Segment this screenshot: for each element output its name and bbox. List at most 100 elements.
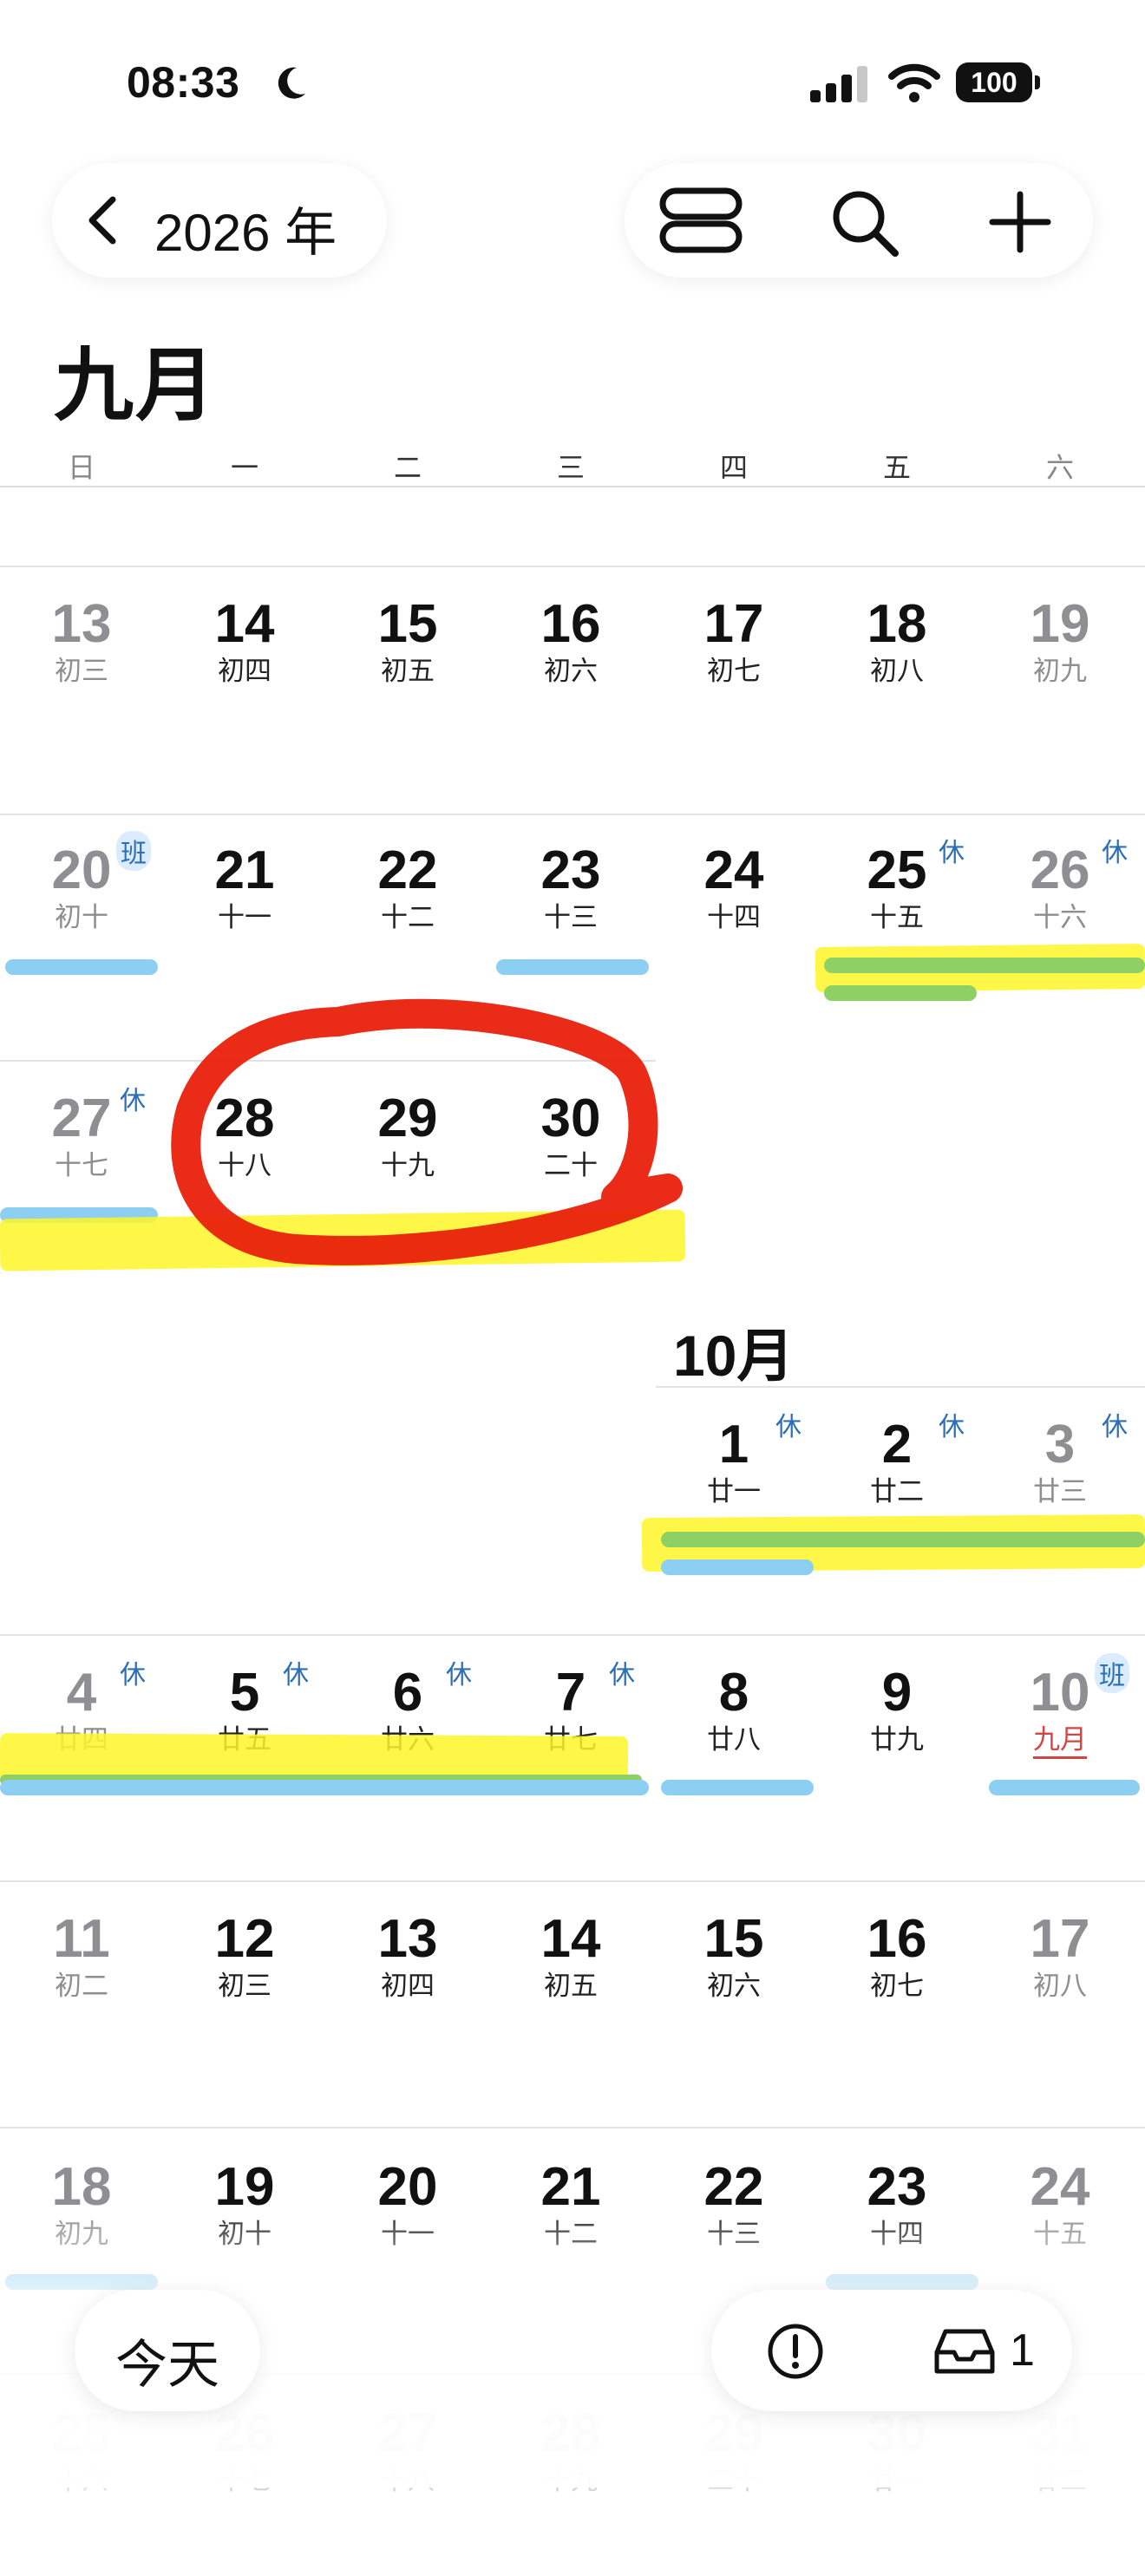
day-number: 13 bbox=[51, 594, 112, 654]
day-cell[interactable]: 14 初四 bbox=[163, 593, 326, 767]
day-cell[interactable]: 8 廿八 bbox=[652, 1662, 815, 1835]
weekday-header: 日 一 二 三 四 五 六 bbox=[0, 434, 1145, 486]
event-bar[interactable] bbox=[824, 985, 977, 1001]
lunar-date: 十二 bbox=[381, 902, 435, 932]
day-cell[interactable]: 18 初八 bbox=[815, 593, 978, 767]
back-label: 2026 年 bbox=[154, 204, 337, 262]
day-number: 15 bbox=[377, 594, 438, 654]
search-icon[interactable] bbox=[828, 186, 900, 258]
day-cell[interactable]: 10 九月 班 bbox=[978, 1653, 1142, 1835]
weekday-tue: 二 bbox=[393, 452, 422, 483]
divider bbox=[0, 814, 1145, 815]
day-cell[interactable]: 23 十三 bbox=[489, 840, 652, 1013]
view-toggle-icon[interactable] bbox=[658, 186, 744, 255]
day-cell[interactable]: 19 初九 bbox=[978, 593, 1142, 767]
lunar-date: 初五 bbox=[381, 656, 435, 686]
event-bar[interactable] bbox=[989, 1780, 1140, 1795]
nav-bar: 2026 年 bbox=[0, 156, 1145, 286]
today-button[interactable]: 今天 bbox=[75, 2290, 260, 2411]
lunar-date: 十一 bbox=[218, 902, 272, 932]
event-bar[interactable] bbox=[496, 959, 649, 975]
day-cell[interactable]: 13 初四 bbox=[326, 1908, 489, 2082]
day-number: 14 bbox=[214, 594, 275, 654]
lunar-date: 廿八 bbox=[707, 1724, 761, 1755]
day-number: 14 bbox=[540, 1909, 601, 1969]
day-number: 16 bbox=[540, 594, 601, 654]
day-cell[interactable]: 21 十一 bbox=[163, 840, 326, 1013]
holiday-badge: 休 bbox=[939, 1413, 965, 1442]
day-number: 16 bbox=[867, 1909, 927, 1969]
holiday-badge: 休 bbox=[1102, 1413, 1128, 1442]
holiday-badge: 休 bbox=[1102, 839, 1128, 867]
day-number: 21 bbox=[214, 840, 275, 900]
bottom-actions: 1 bbox=[711, 2290, 1072, 2411]
lunar-date: 廿九 bbox=[870, 1724, 924, 1755]
day-number: 17 bbox=[1030, 1909, 1090, 1969]
day-cell[interactable]: 16 初七 bbox=[815, 1908, 978, 2082]
divider bbox=[0, 2127, 1145, 2128]
lunar-date: 初二 bbox=[55, 1971, 108, 2001]
divider bbox=[0, 1880, 1145, 1882]
day-cell[interactable]: 9 廿九 bbox=[815, 1662, 978, 1835]
lunar-date: 初四 bbox=[218, 656, 272, 686]
holiday-badge: 休 bbox=[120, 1087, 146, 1115]
day-cell[interactable]: 11 初二 bbox=[0, 1908, 163, 2082]
weekday-fri: 五 bbox=[882, 452, 911, 483]
day-cell[interactable]: 16 初六 bbox=[489, 593, 652, 767]
day-cell[interactable]: 17 初八 bbox=[978, 1908, 1142, 2082]
day-number: 19 bbox=[1030, 594, 1090, 654]
lunar-month-start: 九月 bbox=[1033, 1724, 1087, 1759]
lunar-date: 初八 bbox=[1033, 1971, 1087, 2001]
lunar-date: 初六 bbox=[707, 1971, 761, 2001]
day-cell[interactable]: 15 初五 bbox=[326, 593, 489, 767]
event-bar[interactable] bbox=[661, 1532, 1145, 1547]
weekday-thu: 四 bbox=[719, 452, 748, 483]
day-cell[interactable]: 14 初五 bbox=[489, 1908, 652, 2082]
month-title: 九月 bbox=[54, 342, 218, 430]
lunar-date: 初三 bbox=[55, 656, 108, 686]
cellular-signal-icon bbox=[810, 66, 867, 102]
day-cell[interactable]: 24 十四 bbox=[652, 840, 815, 1013]
event-bar[interactable] bbox=[661, 1559, 814, 1575]
event-bar[interactable] bbox=[661, 1780, 814, 1795]
day-cell[interactable]: 15 初六 bbox=[652, 1908, 815, 2082]
day-number: 8 bbox=[718, 1663, 749, 1723]
event-bar[interactable] bbox=[824, 958, 1145, 973]
lunar-date: 九月 bbox=[978, 1724, 1142, 1759]
chevron-left-icon bbox=[88, 196, 116, 245]
event-bar[interactable] bbox=[0, 1780, 649, 1795]
holiday-badge: 休 bbox=[775, 1413, 802, 1442]
day-number: 17 bbox=[703, 594, 764, 654]
day-cell[interactable]: 20 初十 班 bbox=[0, 831, 163, 1013]
status-bar: 08:33 100 bbox=[0, 0, 1145, 165]
day-cell[interactable]: 13 初三 bbox=[0, 593, 163, 767]
alert-icon[interactable] bbox=[767, 2323, 824, 2380]
add-icon[interactable] bbox=[987, 189, 1053, 255]
lunar-date: 十三 bbox=[544, 902, 598, 932]
event-bar[interactable] bbox=[5, 959, 158, 975]
day-cell[interactable]: 12 初三 bbox=[163, 1908, 326, 2082]
holiday-badge: 休 bbox=[120, 1661, 146, 1690]
day-cell[interactable]: 22 十二 bbox=[326, 840, 489, 1013]
day-cell[interactable]: 17 初七 bbox=[652, 593, 815, 767]
month-label-october: 10月 bbox=[673, 1324, 795, 1388]
lunar-date: 初八 bbox=[870, 656, 924, 686]
lunar-date: 初四 bbox=[381, 1971, 435, 2001]
weekday-mon: 一 bbox=[230, 452, 258, 483]
holiday-badge: 休 bbox=[446, 1661, 472, 1690]
divider bbox=[0, 1634, 1145, 1636]
battery-level: 100 bbox=[956, 62, 1032, 102]
lunar-date: 廿二 bbox=[870, 1476, 924, 1507]
lunar-date: 廿三 bbox=[1033, 1476, 1087, 1507]
back-to-year-button[interactable]: 2026 年 bbox=[52, 163, 387, 278]
lunar-date: 廿一 bbox=[707, 1476, 761, 1507]
lunar-date: 初七 bbox=[870, 1971, 924, 2001]
day-number: 9 bbox=[881, 1663, 913, 1723]
wifi-icon bbox=[888, 63, 940, 102]
day-number: 12 bbox=[214, 1909, 275, 1969]
inbox-icon[interactable] bbox=[932, 2326, 998, 2377]
day-number: 24 bbox=[703, 840, 764, 900]
lunar-date: 初五 bbox=[544, 1971, 598, 2001]
workday-badge: 班 bbox=[1095, 1653, 1129, 1693]
day-number: 23 bbox=[540, 840, 601, 900]
